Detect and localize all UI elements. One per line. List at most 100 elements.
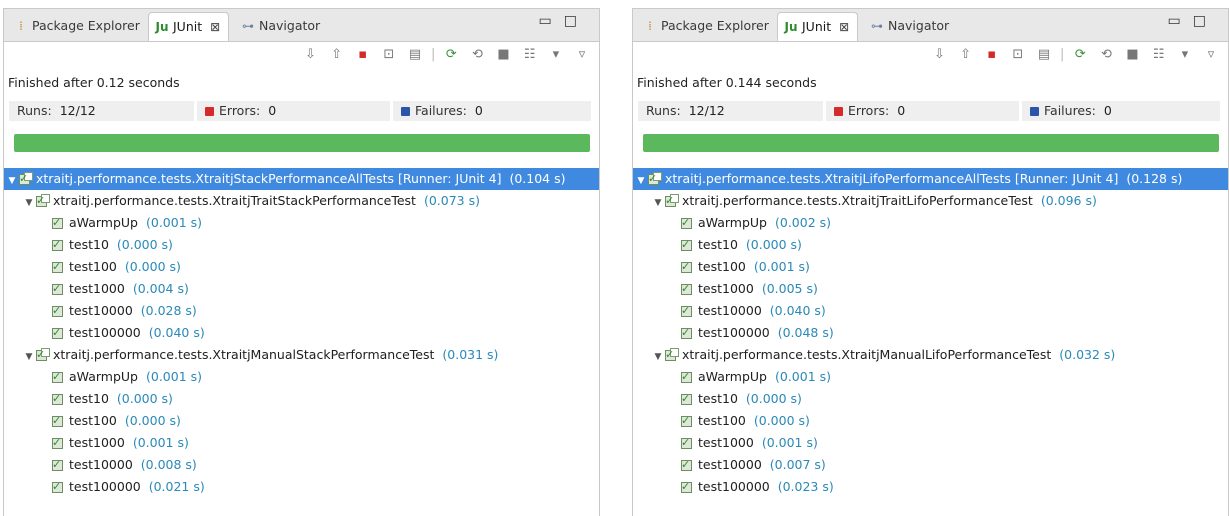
tree-row-test[interactable]: ✓ test1000 (0.004 s) bbox=[4, 278, 599, 300]
tree-row-test[interactable]: ✓ test100 (0.000 s) bbox=[633, 410, 1228, 432]
history-dropdown-icon[interactable]: ▾ bbox=[1174, 47, 1196, 62]
previous-failure-icon[interactable]: ⇧ bbox=[955, 47, 977, 62]
minimize-icon[interactable]: ▭ bbox=[1168, 13, 1193, 29]
tree-row-test[interactable]: ✓ test100000 (0.023 s) bbox=[633, 476, 1228, 498]
tree-row-test-class[interactable]: ▼ ✓ xtraitj.performance.tests.XtraitjManua… bbox=[633, 344, 1228, 366]
stop-icon[interactable]: ■ bbox=[1122, 47, 1144, 62]
failure-icon bbox=[1030, 107, 1039, 116]
errors-counter: Errors: 0 bbox=[826, 101, 1019, 121]
view-menu-icon[interactable]: ▿ bbox=[571, 47, 593, 62]
next-failure-icon[interactable]: ⇩ bbox=[928, 47, 950, 62]
test-suite-icon: ✓ bbox=[665, 348, 679, 362]
tree-row-test-class[interactable]: ▼ ✓ xtraitj.performance.tests.XtraitjTrait… bbox=[633, 190, 1228, 212]
error-icon bbox=[834, 107, 843, 116]
tree-row-test[interactable]: ✓ aWarmpUp (0.001 s) bbox=[4, 212, 599, 234]
show-skipped-icon[interactable]: ▤ bbox=[404, 47, 426, 62]
test-passed-icon: ✓ bbox=[52, 326, 63, 339]
show-failures-only-icon[interactable]: ▪ bbox=[352, 47, 374, 62]
test-passed-icon: ✓ bbox=[52, 282, 63, 295]
tree-row-suite[interactable]: ▼ ✓ xtraitj.performance.tests.XtraitjStack… bbox=[4, 168, 599, 190]
scroll-lock-icon[interactable]: ⊡ bbox=[378, 47, 400, 62]
history-dropdown-icon[interactable]: ▾ bbox=[545, 47, 567, 62]
view-menu-icon[interactable]: ▿ bbox=[1200, 47, 1222, 62]
test-passed-icon: ✓ bbox=[681, 216, 692, 229]
tree-row-suite[interactable]: ▼ ✓ xtraitj.performance.tests.XtraitjLifoP… bbox=[633, 168, 1228, 190]
tree-row-test-class[interactable]: ▼ ✓ xtraitj.performance.tests.XtraitjTrait… bbox=[4, 190, 599, 212]
expand-toggle-icon[interactable]: ▼ bbox=[24, 192, 34, 214]
tree-row-test[interactable]: ✓ test10 (0.000 s) bbox=[633, 234, 1228, 256]
test-passed-icon: ✓ bbox=[52, 260, 63, 273]
tree-row-test[interactable]: ✓ test10000 (0.028 s) bbox=[4, 300, 599, 322]
test-suite-icon: ✓ bbox=[19, 172, 33, 186]
test-passed-icon: ✓ bbox=[52, 304, 63, 317]
tree-row-test[interactable]: ✓ test100 (0.000 s) bbox=[4, 410, 599, 432]
minimize-icon[interactable]: ▭ bbox=[539, 13, 564, 29]
tab-junit[interactable]: Ju JUnit ⊠ bbox=[777, 12, 859, 41]
next-failure-icon[interactable]: ⇩ bbox=[299, 47, 321, 62]
runs-counter: Runs: 12/12 bbox=[9, 101, 194, 121]
tree-row-test[interactable]: ✓ test100 (0.000 s) bbox=[4, 256, 599, 278]
navigator-icon: ⊶ bbox=[871, 19, 883, 33]
rerun-test-icon[interactable]: ⟳ bbox=[1069, 47, 1091, 62]
previous-failure-icon[interactable]: ⇧ bbox=[326, 47, 348, 62]
tree-row-test[interactable]: ✓ aWarmpUp (0.002 s) bbox=[633, 212, 1228, 234]
error-icon bbox=[205, 107, 214, 116]
errors-counter: Errors: 0 bbox=[197, 101, 390, 121]
tree-row-test[interactable]: ✓ test100000 (0.048 s) bbox=[633, 322, 1228, 344]
tree-row-test[interactable]: ✓ aWarmpUp (0.001 s) bbox=[4, 366, 599, 388]
stop-icon[interactable]: ■ bbox=[493, 47, 515, 62]
scroll-lock-icon[interactable]: ⊡ bbox=[1007, 47, 1029, 62]
maximize-icon[interactable]: □ bbox=[1193, 13, 1218, 29]
run-counters: Runs: 12/12 Errors: 0 Failures: 0 bbox=[638, 101, 1220, 121]
tree-row-test[interactable]: ✓ test100 (0.001 s) bbox=[633, 256, 1228, 278]
test-tree: ▼ ✓ xtraitj.performance.tests.XtraitjStack… bbox=[4, 168, 599, 498]
test-passed-icon: ✓ bbox=[681, 304, 692, 317]
rerun-failed-first-icon[interactable]: ⟲ bbox=[466, 47, 488, 62]
tab-navigator[interactable]: ⊶ Navigator bbox=[235, 12, 328, 41]
close-icon[interactable]: ⊠ bbox=[210, 20, 220, 34]
test-passed-icon: ✓ bbox=[681, 436, 692, 449]
tree-row-test[interactable]: ✓ test10000 (0.007 s) bbox=[633, 454, 1228, 476]
tree-row-test-class[interactable]: ▼ ✓ xtraitj.performance.tests.XtraitjManua… bbox=[4, 344, 599, 366]
expand-toggle-icon[interactable]: ▼ bbox=[7, 170, 17, 192]
maximize-icon[interactable]: □ bbox=[564, 13, 589, 29]
expand-toggle-icon[interactable]: ▼ bbox=[24, 346, 34, 368]
run-counters: Runs: 12/12 Errors: 0 Failures: 0 bbox=[9, 101, 591, 121]
test-run-history-icon[interactable]: ☷ bbox=[519, 47, 541, 62]
tree-row-test[interactable]: ✓ test10 (0.000 s) bbox=[4, 388, 599, 410]
tab-junit[interactable]: Ju JUnit ⊠ bbox=[148, 12, 230, 41]
tree-row-test[interactable]: ✓ test10000 (0.040 s) bbox=[633, 300, 1228, 322]
package-explorer-icon: ⁞ bbox=[648, 19, 652, 33]
tree-row-test[interactable]: ✓ test10 (0.000 s) bbox=[633, 388, 1228, 410]
close-icon[interactable]: ⊠ bbox=[839, 20, 849, 34]
test-run-history-icon[interactable]: ☷ bbox=[1148, 47, 1170, 62]
rerun-failed-first-icon[interactable]: ⟲ bbox=[1095, 47, 1117, 62]
tree-row-test[interactable]: ✓ test1000 (0.001 s) bbox=[4, 432, 599, 454]
test-passed-icon: ✓ bbox=[52, 480, 63, 493]
tree-row-test[interactable]: ✓ test10 (0.000 s) bbox=[4, 234, 599, 256]
run-status-text: Finished after 0.12 seconds bbox=[8, 75, 180, 90]
show-failures-only-icon[interactable]: ▪ bbox=[981, 47, 1003, 62]
test-passed-icon: ✓ bbox=[681, 392, 692, 405]
expand-toggle-icon[interactable]: ▼ bbox=[653, 192, 663, 214]
test-suite-icon: ✓ bbox=[36, 194, 50, 208]
rerun-test-icon[interactable]: ⟳ bbox=[440, 47, 462, 62]
test-passed-icon: ✓ bbox=[52, 436, 63, 449]
tree-row-test[interactable]: ✓ test10000 (0.008 s) bbox=[4, 454, 599, 476]
tab-navigator[interactable]: ⊶ Navigator bbox=[864, 12, 957, 41]
runs-counter: Runs: 12/12 bbox=[638, 101, 823, 121]
tree-row-test[interactable]: ✓ test1000 (0.005 s) bbox=[633, 278, 1228, 300]
toolbar-separator: | bbox=[430, 47, 436, 62]
tab-package-explorer[interactable]: ⁞ Package Explorer bbox=[8, 12, 148, 41]
failure-icon bbox=[401, 107, 410, 116]
tab-package-explorer[interactable]: ⁞ Package Explorer bbox=[637, 12, 777, 41]
tree-row-test[interactable]: ✓ test1000 (0.001 s) bbox=[633, 432, 1228, 454]
show-skipped-icon[interactable]: ▤ bbox=[1033, 47, 1055, 62]
tree-row-test[interactable]: ✓ test100000 (0.021 s) bbox=[4, 476, 599, 498]
view-tab-bar: ⁞ Package Explorer Ju JUnit ⊠ ⊶ Navigator ▭□ bbox=[633, 9, 1228, 42]
test-suite-icon: ✓ bbox=[648, 172, 662, 186]
expand-toggle-icon[interactable]: ▼ bbox=[653, 346, 663, 368]
tree-row-test[interactable]: ✓ aWarmpUp (0.001 s) bbox=[633, 366, 1228, 388]
tree-row-test[interactable]: ✓ test100000 (0.040 s) bbox=[4, 322, 599, 344]
expand-toggle-icon[interactable]: ▼ bbox=[636, 170, 646, 192]
